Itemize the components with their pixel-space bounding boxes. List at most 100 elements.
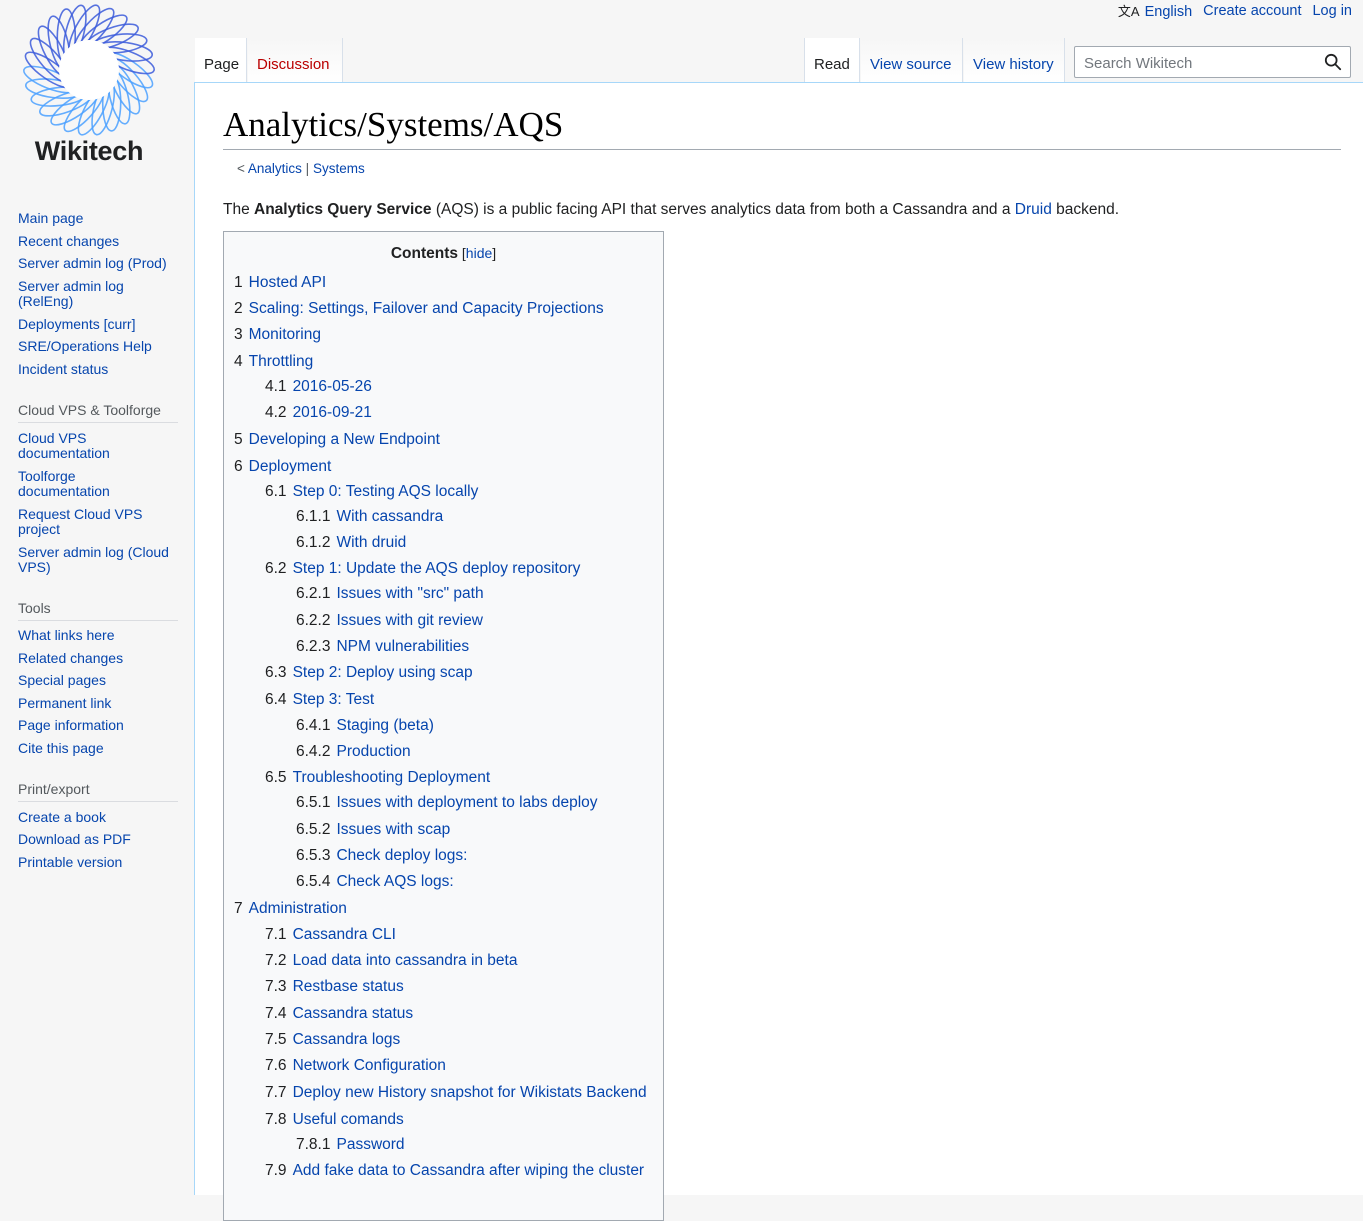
toc-item-link[interactable]: Staging (beta) (336, 717, 433, 734)
toc-item[interactable]: 5 Developing a New Endpoint (234, 431, 440, 449)
sidebar-item-server-admin-log-releng[interactable]: Server admin log (RelEng) (18, 279, 148, 309)
toc-item-link[interactable]: Step 2: Deploy using scap (293, 664, 473, 681)
toc-item[interactable]: 6.4.2 Production (296, 743, 411, 761)
tab-discussion[interactable]: Discussion (248, 38, 343, 83)
toc-item[interactable]: 6.2.3 NPM vulnerabilities (296, 638, 469, 656)
toc-item-link[interactable]: Useful comands (293, 1111, 404, 1128)
toc-item[interactable]: 7.3 Restbase status (265, 978, 404, 996)
toc-item[interactable]: 6.5.3 Check deploy logs: (296, 847, 467, 865)
toc-item[interactable]: 7.7 Deploy new History snapshot for Wikis… (265, 1084, 647, 1102)
toc-item-link[interactable]: Cassandra status (293, 1005, 414, 1022)
toc-item-link[interactable]: Cassandra CLI (293, 926, 396, 943)
toc-item-link[interactable]: Monitoring (249, 326, 321, 343)
sidebar-item-related-changes[interactable]: Related changes (18, 651, 183, 666)
toc-item[interactable]: 7 Administration (234, 900, 347, 918)
sidebar-item-request-cloud-vps[interactable]: Request Cloud VPS project (18, 507, 158, 537)
toc-item-link[interactable]: Load data into cassandra in beta (293, 952, 518, 969)
toc-item[interactable]: 6.3 Step 2: Deploy using scap (265, 664, 473, 682)
toc-item-link[interactable]: Administration (249, 900, 347, 917)
sidebar-item-download-pdf[interactable]: Download as PDF (18, 832, 183, 847)
toc-item[interactable]: 7.2 Load data into cassandra in beta (265, 952, 517, 970)
sidebar-item-deployments[interactable]: Deployments [curr] (18, 317, 183, 332)
sidebar-item-special-pages[interactable]: Special pages (18, 673, 183, 688)
toc-item-link[interactable]: Developing a New Endpoint (249, 431, 440, 448)
sidebar-item-permanent-link[interactable]: Permanent link (18, 696, 183, 711)
toc-item-link[interactable]: Troubleshooting Deployment (293, 769, 491, 786)
toc-item-link[interactable]: Issues with git review (336, 612, 482, 629)
toc-item[interactable]: 6.1 Step 0: Testing AQS locally (265, 483, 478, 501)
sidebar-item-cite-this-page[interactable]: Cite this page (18, 741, 183, 756)
sidebar-item-server-admin-log-prod[interactable]: Server admin log (Prod) (18, 256, 183, 271)
sidebar-item-printable-version[interactable]: Printable version (18, 855, 183, 870)
toc-item-link[interactable]: 2016-09-21 (293, 404, 372, 421)
toc-item[interactable]: 6.4 Step 3: Test (265, 691, 374, 709)
toc-item[interactable]: 6.5.2 Issues with scap (296, 821, 450, 839)
toc-item-link[interactable]: With druid (336, 534, 406, 551)
toc-item[interactable]: 6.5 Troubleshooting Deployment (265, 769, 490, 787)
toc-item[interactable]: 6.5.4 Check AQS logs: (296, 873, 454, 891)
toc-item-link[interactable]: Step 1: Update the AQS deploy repository (293, 560, 581, 577)
search-icon[interactable] (1324, 53, 1342, 71)
toc-item-link[interactable]: Issues with "src" path (336, 585, 483, 602)
toc-item-link[interactable]: Throttling (249, 353, 314, 370)
toc-item[interactable]: 7.5 Cassandra logs (265, 1031, 400, 1049)
toc-item-link[interactable]: Add fake data to Cassandra after wiping … (293, 1162, 645, 1179)
breadcrumb-analytics-link[interactable]: Analytics (248, 161, 302, 176)
tab-page[interactable]: Page (195, 38, 247, 83)
toc-item[interactable]: 7.9 Add fake data to Cassandra after wipi… (265, 1162, 644, 1180)
toc-item-link[interactable]: Cassandra logs (293, 1031, 401, 1048)
toc-item[interactable]: 2 Scaling: Settings, Failover and Capacit… (234, 300, 604, 318)
toc-item-link[interactable]: Issues with deployment to labs deploy (336, 794, 597, 811)
toc-item-link[interactable]: NPM vulnerabilities (336, 638, 469, 655)
druid-link[interactable]: Druid (1015, 201, 1052, 218)
site-logo[interactable]: Wikitech (14, 2, 164, 172)
toc-item-link[interactable]: Hosted API (249, 274, 327, 291)
toc-item[interactable]: 6.2.1 Issues with "src" path (296, 585, 484, 603)
sidebar-item-server-admin-log-cloud[interactable]: Server admin log (Cloud VPS) (18, 545, 178, 575)
tab-view-history[interactable]: View history (964, 38, 1065, 83)
sidebar-item-incident-status[interactable]: Incident status (18, 362, 183, 377)
toc-item-link[interactable]: Password (336, 1136, 404, 1153)
search-input[interactable] (1082, 48, 1316, 78)
create-account-link[interactable]: Create account (1203, 3, 1301, 19)
sidebar-item-recent-changes[interactable]: Recent changes (18, 234, 183, 249)
breadcrumb-systems-link[interactable]: Systems (313, 161, 365, 176)
toc-hide-link[interactable]: hide (466, 245, 492, 261)
tab-read[interactable]: Read (804, 38, 860, 83)
toc-item-link[interactable]: 2016-05-26 (293, 378, 372, 395)
toc-item[interactable]: 6.4.1 Staging (beta) (296, 717, 434, 735)
sidebar-item-cloud-vps-docs[interactable]: Cloud VPS documentation (18, 431, 128, 461)
toc-item-link[interactable]: Scaling: Settings, Failover and Capacity… (249, 300, 604, 317)
sidebar-item-sre-help[interactable]: SRE/Operations Help (18, 339, 183, 354)
toc-item-link[interactable]: Production (336, 743, 410, 760)
toc-item[interactable]: 6.2 Step 1: Update the AQS deploy reposit… (265, 560, 580, 578)
toc-item[interactable]: 1 Hosted API (234, 274, 326, 292)
toc-item-link[interactable]: Check deploy logs: (336, 847, 467, 864)
toc-item[interactable]: 3 Monitoring (234, 326, 321, 344)
toc-item[interactable]: 6 Deployment (234, 458, 331, 476)
toc-item[interactable]: 4.2 2016-09-21 (265, 404, 372, 422)
toc-item-link[interactable]: Deployment (249, 458, 332, 475)
toc-item[interactable]: 7.4 Cassandra status (265, 1005, 413, 1023)
log-in-link[interactable]: Log in (1312, 3, 1352, 19)
toc-item-link[interactable]: Restbase status (293, 978, 404, 995)
toc-item[interactable]: 6.2.2 Issues with git review (296, 612, 483, 630)
sidebar-item-page-information[interactable]: Page information (18, 718, 183, 733)
language-selector[interactable]: 文A English (1118, 1, 1192, 20)
toc-item[interactable]: 4.1 2016-05-26 (265, 378, 372, 396)
sidebar-item-main-page[interactable]: Main page (18, 211, 183, 226)
toc-item[interactable]: 6.1.2 With druid (296, 534, 406, 552)
toc-item-link[interactable]: Deploy new History snapshot for Wikistat… (293, 1084, 647, 1101)
sidebar-item-create-book[interactable]: Create a book (18, 810, 183, 825)
toc-item[interactable]: 7.1 Cassandra CLI (265, 926, 396, 944)
toc-item-link[interactable]: Issues with scap (336, 821, 450, 838)
toc-item-link[interactable]: Network Configuration (293, 1057, 446, 1074)
toc-item[interactable]: 7.8.1 Password (296, 1136, 405, 1154)
toc-item-link[interactable]: With cassandra (336, 508, 443, 525)
sidebar-item-what-links-here[interactable]: What links here (18, 628, 183, 643)
sidebar-item-toolforge-docs[interactable]: Toolforge documentation (18, 469, 128, 499)
toc-item[interactable]: 4 Throttling (234, 353, 313, 371)
toc-item-link[interactable]: Check AQS logs: (336, 873, 453, 890)
toc-item-link[interactable]: Step 0: Testing AQS locally (293, 483, 479, 500)
tab-view-source[interactable]: View source (861, 38, 963, 83)
